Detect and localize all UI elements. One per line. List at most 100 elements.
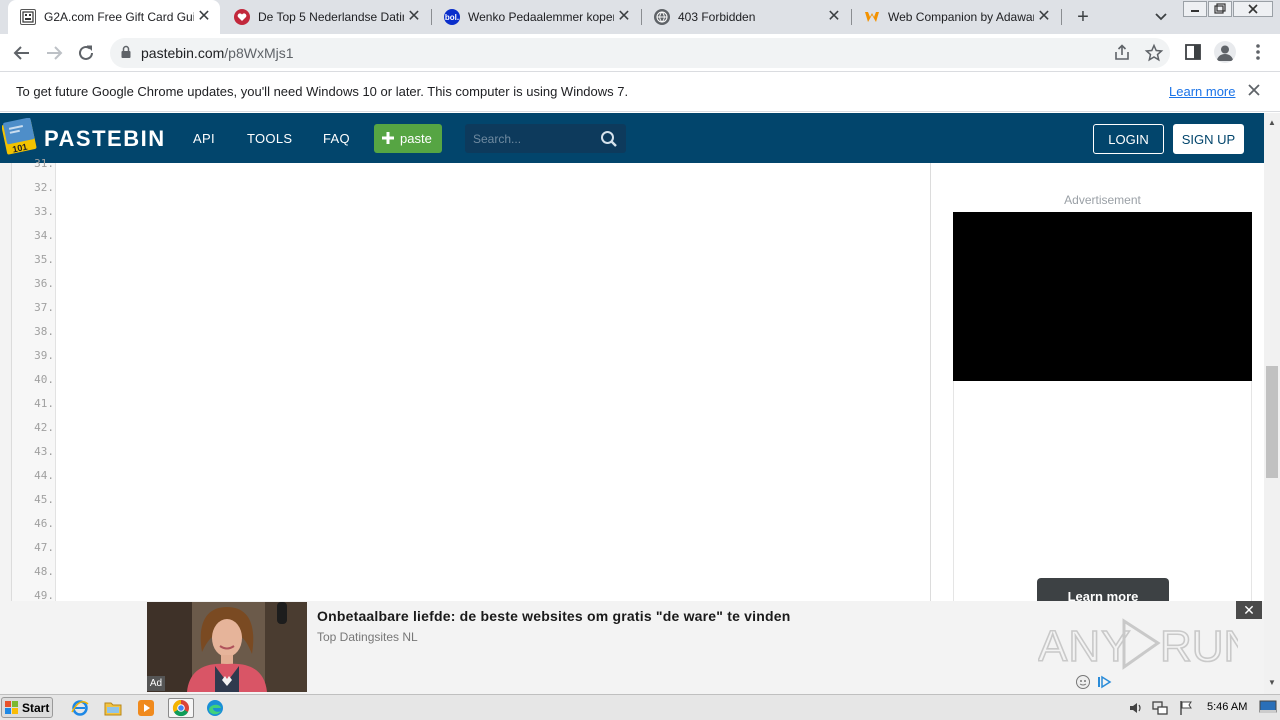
edge-icon[interactable]	[204, 698, 226, 718]
pastebin-logo-text[interactable]: PASTEBIN	[44, 126, 166, 152]
g2a-favicon-icon	[20, 9, 36, 25]
new-tab-button[interactable]: +	[1072, 6, 1094, 28]
ad-close-button[interactable]: ✕	[1236, 601, 1262, 619]
plus-icon	[381, 130, 395, 148]
line-number: 43.	[34, 445, 54, 458]
login-button[interactable]: LOGIN	[1093, 124, 1164, 154]
nav-tools-link[interactable]: TOOLS	[247, 131, 292, 146]
scroll-down-arrow-icon[interactable]: ▼	[1268, 678, 1276, 687]
pastebin-header: 101 PASTEBIN API TOOLS FAQ paste Search.…	[0, 113, 1264, 163]
page-scrollbar[interactable]: ▲ ▼	[1264, 113, 1280, 694]
anyrun-watermark-logo: ANY RUN	[1037, 613, 1256, 675]
tab-close-icon[interactable]: ✕	[404, 7, 424, 27]
tab-g2a[interactable]: G2A.com Free Gift Card Guide ✕	[8, 0, 220, 34]
new-paste-button[interactable]: paste	[374, 124, 442, 153]
line-number: 41.	[34, 397, 54, 410]
start-label: Start	[22, 700, 50, 715]
url-path: /p8WxMjs1	[224, 45, 294, 61]
scroll-up-arrow-icon[interactable]: ▲	[1268, 118, 1276, 127]
bookmark-star-icon[interactable]	[1144, 43, 1164, 63]
line-number: 48.	[34, 565, 54, 578]
signup-button[interactable]: SIGN UP	[1173, 124, 1244, 154]
adchoices-icon[interactable]	[1075, 674, 1115, 694]
tab-bol[interactable]: bol. Wenko Pedaalemmer kopen? A ✕	[432, 0, 640, 34]
pastebin-logo-icon[interactable]: 101	[1, 117, 38, 156]
infobar-message: To get future Google Chrome updates, you…	[16, 84, 629, 99]
tab-adaware[interactable]: Web Companion by Adaware - ✕	[852, 0, 1060, 34]
nav-api-link[interactable]: API	[193, 131, 215, 146]
address-bar[interactable]: pastebin.com/p8WxMjs1	[110, 38, 1170, 68]
file-explorer-icon[interactable]	[102, 698, 124, 718]
tab-separator	[1061, 9, 1062, 25]
search-box[interactable]: Search...	[465, 124, 626, 153]
sidebar-video-ad[interactable]	[953, 212, 1252, 381]
paste-button-label: paste	[400, 131, 432, 146]
tab-close-icon[interactable]: ✕	[614, 7, 634, 27]
tab-title: De Top 5 Nederlandse Datingsit	[258, 10, 404, 24]
tab-title: G2A.com Free Gift Card Guide	[44, 10, 194, 24]
line-number: 39.	[34, 349, 54, 362]
svg-text:ANY: ANY	[1038, 622, 1131, 671]
line-number: 42.	[34, 421, 54, 434]
ad-source: Top Datingsites NL	[317, 630, 418, 644]
action-center-flag-icon[interactable]	[1178, 700, 1194, 716]
forward-button[interactable]	[42, 41, 66, 65]
tab-title: Web Companion by Adaware -	[888, 10, 1034, 24]
line-number: 38.	[34, 325, 54, 338]
line-number: 35.	[34, 253, 54, 266]
media-player-icon[interactable]	[135, 698, 157, 718]
svg-text:RUN: RUN	[1160, 622, 1238, 671]
tab-close-icon[interactable]: ✕	[1034, 7, 1054, 27]
chrome-taskbar-icon[interactable]	[168, 698, 194, 718]
tab-dating[interactable]: De Top 5 Nederlandse Datingsit ✕	[222, 0, 430, 34]
tab-close-icon[interactable]: ✕	[194, 7, 214, 27]
heart-favicon-icon	[234, 9, 250, 25]
ad-headline[interactable]: Onbetaalbare liefde: de beste websites o…	[317, 608, 790, 624]
side-panel-icon[interactable]	[1185, 44, 1201, 60]
infobar-learn-more-link[interactable]: Learn more	[1169, 84, 1235, 99]
line-number: 47.	[34, 541, 54, 554]
page-viewport: 101 PASTEBIN API TOOLS FAQ paste Search.…	[0, 113, 1280, 694]
tab-title: Wenko Pedaalemmer kopen? A	[468, 10, 614, 24]
line-number: 32.	[34, 181, 54, 194]
start-button[interactable]: Start	[1, 697, 53, 718]
infobar-close-icon[interactable]	[1247, 81, 1261, 102]
line-number: 31.	[34, 157, 54, 170]
search-input[interactable]: Search...	[473, 132, 521, 146]
share-icon[interactable]	[1112, 43, 1132, 63]
svg-text:101: 101	[11, 142, 28, 155]
browser-toolbar: pastebin.com/p8WxMjs1	[0, 34, 1280, 72]
tab-search-chevron-icon[interactable]	[1151, 8, 1171, 26]
tab-403[interactable]: 403 Forbidden ✕	[642, 0, 850, 34]
advertisement-label: Advertisement	[1064, 193, 1141, 207]
lock-icon	[120, 45, 132, 64]
globe-favicon-icon	[654, 9, 670, 25]
internet-explorer-icon[interactable]	[69, 698, 91, 718]
line-number: 33.	[34, 205, 54, 218]
tab-close-icon[interactable]: ✕	[824, 7, 844, 27]
scrollbar-thumb[interactable]	[1266, 366, 1278, 478]
taskbar-clock[interactable]: 5:46 AM	[1207, 701, 1247, 713]
show-desktop-icon[interactable]	[1259, 699, 1277, 715]
url-host: pastebin.com	[141, 45, 225, 61]
line-number: 46.	[34, 517, 54, 530]
restore-button[interactable]	[1208, 1, 1232, 17]
url-text: pastebin.com/p8WxMjs1	[141, 45, 294, 61]
chrome-menu-icon[interactable]	[1252, 42, 1264, 62]
line-number: 37.	[34, 301, 54, 314]
nav-faq-link[interactable]: FAQ	[323, 131, 350, 146]
windows-taskbar: Start 5:46 AM	[0, 694, 1280, 720]
ad-photo-woman[interactable]	[147, 602, 307, 692]
update-infobar: To get future Google Chrome updates, you…	[0, 72, 1280, 112]
close-window-button[interactable]	[1233, 1, 1273, 17]
search-icon[interactable]	[600, 130, 618, 153]
line-number: 40.	[34, 373, 54, 386]
reload-button[interactable]	[74, 41, 98, 65]
network-icon[interactable]	[1152, 700, 1168, 716]
minimize-button[interactable]	[1183, 1, 1207, 17]
adaware-favicon-icon	[864, 9, 880, 25]
volume-icon[interactable]	[1128, 700, 1144, 716]
profile-avatar[interactable]	[1214, 41, 1236, 63]
bottom-sticky-ad[interactable]: Ad Onbetaalbare liefde: de beste website…	[0, 601, 1264, 694]
back-button[interactable]	[10, 41, 34, 65]
